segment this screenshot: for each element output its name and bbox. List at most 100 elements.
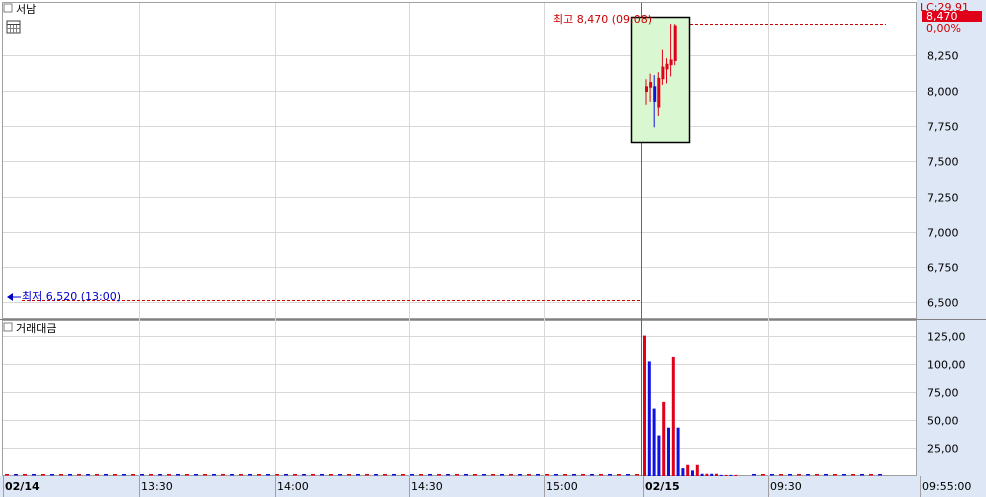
volume-baseline-tick: [815, 474, 819, 476]
x-tick-label: 15:00: [546, 480, 578, 493]
volume-baseline-tick: [131, 474, 135, 476]
calendar-icon[interactable]: [6, 20, 21, 34]
volume-baseline-tick: [338, 474, 342, 476]
volume-bar: [671, 356, 675, 476]
volume-bar: [729, 474, 733, 476]
volume-baseline-tick: [842, 474, 846, 476]
volume-bar: [700, 473, 704, 476]
x-tick-label: 09:55:00: [922, 480, 971, 493]
volume-baseline-tick: [761, 474, 765, 476]
volume-baseline-tick: [14, 474, 18, 476]
volume-baseline-tick: [41, 474, 45, 476]
candle-body: [653, 86, 657, 102]
collapse-box-icon[interactable]: [3, 3, 13, 13]
volume-baseline-tick: [500, 474, 504, 476]
volume-bar: [719, 474, 723, 476]
volume-tick-label: 100,00: [927, 359, 966, 372]
low-label: 최저 6,520 (13:00): [22, 290, 121, 303]
volume-baseline-tick: [833, 474, 837, 476]
candle-body: [669, 59, 673, 66]
volume-bar: [734, 474, 738, 476]
volume-bar: [667, 427, 670, 476]
volume-baseline-tick: [797, 474, 801, 476]
volume-baseline-tick: [275, 474, 279, 476]
volume-baseline-tick: [320, 474, 324, 476]
volume-baseline-tick: [95, 474, 99, 476]
volume-baseline-tick: [518, 474, 522, 476]
chart-background: [0, 0, 986, 497]
price-tick-label: 7,250: [927, 192, 959, 205]
volume-bar: [681, 468, 685, 476]
volume-tick-label: 125,00: [927, 331, 966, 344]
volume-collapse-box-icon[interactable]: [3, 322, 13, 332]
price-tick-label: 7,750: [927, 121, 959, 134]
volume-baseline-tick: [869, 474, 873, 476]
price-title: 서남: [16, 3, 36, 16]
candle-body: [661, 66, 665, 80]
volume-tick-label: 50,00: [927, 415, 959, 428]
price-tick-label: 7,500: [927, 156, 959, 169]
volume-baseline-tick: [32, 474, 36, 476]
volume-bar: [652, 408, 656, 476]
volume-baseline-tick: [293, 474, 297, 476]
volume-baseline-tick: [203, 474, 207, 476]
volume-baseline-tick: [77, 474, 81, 476]
volume-baseline-tick: [221, 474, 225, 476]
volume-baseline-tick: [752, 474, 756, 476]
volume-baseline-tick: [878, 474, 882, 476]
volume-baseline-tick: [23, 474, 27, 476]
volume-bar: [643, 335, 646, 476]
volume-baseline-tick: [104, 474, 108, 476]
volume-baseline-tick: [554, 474, 558, 476]
volume-baseline-tick: [482, 474, 486, 476]
volume-baseline-tick: [113, 474, 117, 476]
volume-baseline-tick: [635, 474, 639, 476]
change-pct: 0,00%: [926, 22, 961, 35]
candle-body: [649, 82, 653, 88]
candle-body: [673, 25, 677, 61]
price-tick-label: 6,750: [927, 262, 959, 275]
volume-baseline-tick: [266, 474, 270, 476]
volume-baseline-tick: [536, 474, 540, 476]
volume-baseline-tick: [122, 474, 126, 476]
volume-baseline-tick: [545, 474, 549, 476]
volume-baseline-tick: [590, 474, 594, 476]
candle-body: [645, 86, 648, 92]
volume-baseline-tick: [383, 474, 387, 476]
volume-baseline-tick: [608, 474, 612, 476]
volume-baseline-tick: [824, 474, 828, 476]
x-tick-label: 13:30: [141, 480, 173, 493]
volume-baseline-tick: [626, 474, 630, 476]
candle-body: [657, 77, 661, 108]
volume-baseline-tick: [68, 474, 72, 476]
volume-baseline-tick: [788, 474, 792, 476]
volume-bar: [705, 473, 709, 476]
volume-bar: [647, 361, 651, 476]
volume-baseline-tick: [374, 474, 378, 476]
volume-baseline-tick: [311, 474, 315, 476]
volume-baseline-tick: [410, 474, 414, 476]
volume-baseline-tick: [86, 474, 90, 476]
volume-baseline-tick: [230, 474, 234, 476]
volume-baseline-tick: [392, 474, 396, 476]
volume-bar: [724, 474, 728, 476]
x-tick-label: 14:30: [411, 480, 443, 493]
volume-baseline-tick: [356, 474, 360, 476]
volume-bar: [695, 464, 699, 476]
volume-baseline-tick: [599, 474, 603, 476]
volume-baseline-tick: [473, 474, 477, 476]
volume-baseline-tick: [248, 474, 252, 476]
volume-baseline-tick: [770, 474, 774, 476]
highlight-box: [630, 16, 691, 144]
high-label: 최고 8,470 (09:08): [553, 13, 652, 26]
volume-title: 거래대금: [16, 322, 56, 335]
x-tick-label: 02/14: [5, 480, 40, 493]
volume-bar: [676, 427, 680, 476]
volume-bar: [657, 435, 661, 476]
volume-baseline-tick: [149, 474, 153, 476]
volume-baseline-tick: [329, 474, 333, 476]
volume-baseline-tick: [284, 474, 288, 476]
volume-baseline-tick: [239, 474, 243, 476]
volume-baseline-tick: [365, 474, 369, 476]
price-tick-label: 7,000: [927, 227, 959, 240]
